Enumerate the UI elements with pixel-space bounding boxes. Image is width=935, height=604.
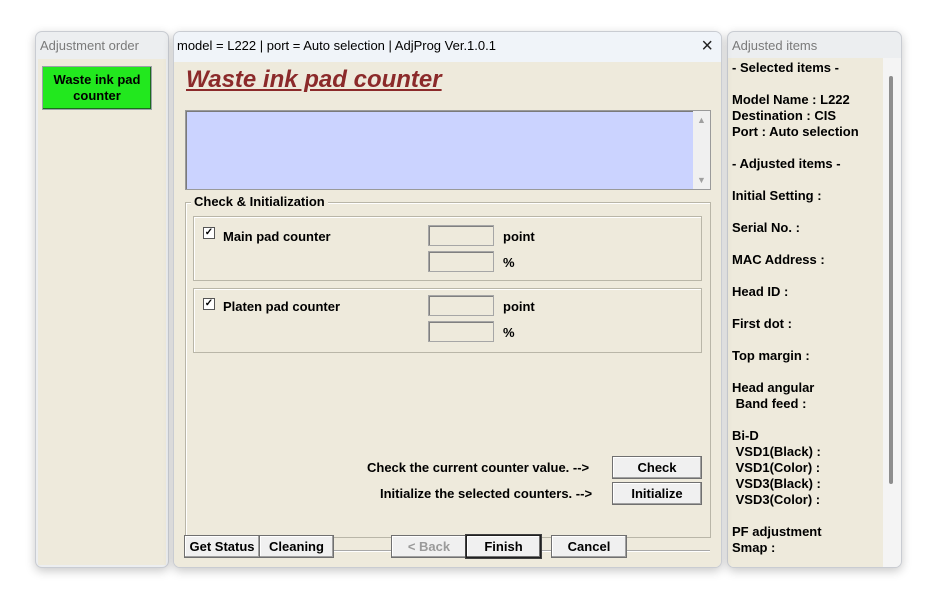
cleaning-button[interactable]: Cleaning [259, 535, 334, 558]
adjusted-line: Bi-D [732, 428, 759, 443]
get-status-button[interactable]: Get Status [184, 535, 260, 558]
group-legend: Check & Initialization [191, 194, 328, 209]
log-scrollbar[interactable]: ▲ ▼ [693, 111, 710, 189]
adjusted-items-window: Adjusted items - Selected items - Model … [727, 31, 902, 568]
scrollbar-thumb[interactable] [889, 76, 893, 484]
main-pad-point-unit: point [503, 229, 535, 244]
adjusted-line: Destination : CIS [732, 108, 837, 123]
initialize-button[interactable]: Initialize [612, 482, 702, 505]
adjusted-line: Model Name : L222 [732, 92, 850, 107]
adjusted-line: Port : Auto selection [732, 124, 859, 139]
adjusted-items-scrollbar[interactable] [883, 58, 901, 567]
back-button[interactable]: < Back [391, 535, 467, 558]
main-pad-point-field[interactable] [428, 225, 494, 246]
adjusted-line: Smap : [732, 540, 776, 555]
scroll-down-icon[interactable]: ▼ [697, 175, 706, 185]
dialog-title: model = L222 | port = Auto selection | A… [177, 38, 496, 53]
adjusted-line: Head ID : [732, 284, 789, 299]
adjusted-line: Band feed : [732, 396, 807, 411]
adjusted-items-title: Adjusted items [732, 38, 818, 53]
close-icon[interactable]: × [701, 34, 713, 58]
platen-pad-percent-unit: % [503, 325, 515, 340]
log-textarea[interactable]: ▲ ▼ [185, 110, 711, 190]
adjusted-line: Head angular [732, 380, 815, 395]
main-pad-checkbox[interactable]: ✓ [203, 227, 215, 239]
adjusted-line: VSD3(Black) : [732, 476, 821, 491]
main-pad-label: Main pad counter [223, 229, 331, 244]
main-pad-percent-field[interactable] [428, 251, 494, 272]
cancel-button[interactable]: Cancel [551, 535, 627, 558]
waste-ink-pad-counter-button[interactable]: Waste ink pad counter [42, 66, 152, 110]
adjusted-items-pane: - Selected items - Model Name : L222 Des… [728, 58, 883, 567]
adjustment-order-pane: Waste ink pad counter [38, 59, 166, 565]
initialize-instruction: Initialize the selected counters. --> [380, 486, 593, 501]
adjustment-order-title: Adjustment order [40, 38, 139, 53]
adjusted-line: First dot : [732, 316, 792, 331]
main-pad-percent-unit: % [503, 255, 515, 270]
adjusted-line: VSD1(Color) : [732, 460, 821, 475]
check-button[interactable]: Check [612, 456, 702, 479]
adjusted-line: PF adjustment [732, 524, 822, 539]
platen-pad-checkbox[interactable]: ✓ [203, 298, 215, 310]
platen-pad-point-unit: point [503, 299, 535, 314]
scroll-up-icon[interactable]: ▲ [697, 115, 706, 125]
adjusted-line: MAC Address : [732, 252, 825, 267]
platen-pad-label: Platen pad counter [223, 299, 341, 314]
adjusted-line: VSD1(Black) : [732, 444, 821, 459]
adjusted-line: - Selected items - [732, 60, 839, 75]
adjusted-line: Initial Setting : [732, 188, 822, 203]
adjusted-line: - Adjusted items - [732, 156, 841, 171]
check-instruction: Check the current counter value. --> [367, 460, 590, 475]
dialog-titlebar: model = L222 | port = Auto selection | A… [174, 32, 721, 62]
waste-ink-dialog: model = L222 | port = Auto selection | A… [173, 31, 722, 568]
adjustment-order-window: Adjustment order Waste ink pad counter [35, 31, 169, 568]
dialog-body: Waste ink pad counter ▲ ▼ Check & Initia… [174, 62, 721, 567]
page-title: Waste ink pad counter [186, 66, 442, 93]
finish-button[interactable]: Finish [466, 535, 541, 558]
adjusted-line: VSD3(Color) : [732, 492, 821, 507]
adjusted-line: Top margin : [732, 348, 810, 363]
adjusted-line: Serial No. : [732, 220, 800, 235]
platen-pad-percent-field[interactable] [428, 321, 494, 342]
platen-pad-point-field[interactable] [428, 295, 494, 316]
